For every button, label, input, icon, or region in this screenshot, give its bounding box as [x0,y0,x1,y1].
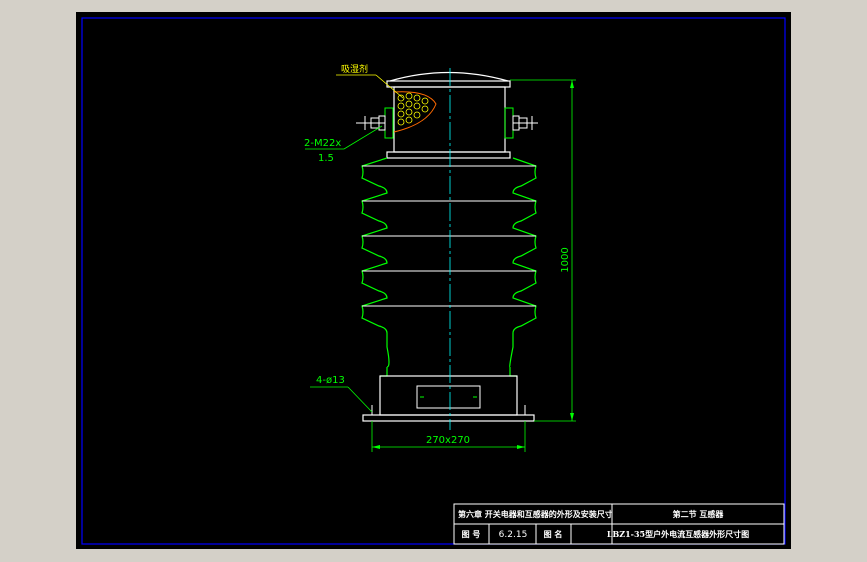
hole-leader: 4-ø13 [310,375,373,413]
left-terminal [356,107,394,139]
shed-profile-right [509,157,537,368]
drawing-sheet: 1000 270x270 吸湿剂 2-M22x 1.5 4-ø13 第六章 开关… [76,12,791,549]
chapter-title: 第六章 开关电器和互感器的外形及安装尺寸 [458,509,613,519]
height-dim-text: 1000 [560,247,571,272]
insulator-sheds [361,157,537,368]
bolt-leader: 2-M22x 1.5 [304,125,383,164]
right-terminal [504,107,538,139]
title-block: 第六章 开关电器和互感器的外形及安装尺寸 第二节 互感器 图 号 6.2.15 … [453,503,785,545]
dome-cap [389,71,509,82]
base-plate [362,414,535,422]
desiccant-label: 吸湿剂 [341,63,368,75]
height-dimension: 1000 [510,79,576,422]
bolt-label-line2: 1.5 [318,153,334,164]
head-body [393,86,506,153]
figure-no-value: 6.2.15 [499,530,528,540]
section-title: 第二节 互感器 [673,509,725,519]
width-dimension: 270x270 [371,421,526,452]
figure-name-label: 图 名 [544,529,563,539]
bolt-label-line1: 2-M22x [304,138,341,149]
transformer-base [362,367,535,422]
cad-drawing: 1000 270x270 吸湿剂 2-M22x 1.5 4-ø13 第六章 开关… [81,17,786,545]
figure-no-label: 图 号 [462,529,481,539]
width-dim-text: 270x270 [426,435,470,446]
transformer-head [356,71,538,159]
shed-profile-left [361,157,390,368]
head-flange-top [386,80,511,88]
hole-label: 4-ø13 [316,375,345,386]
nameplate [416,385,481,409]
base-box [379,375,518,416]
drawing-frame [81,17,786,545]
desiccant-window [393,91,437,133]
figure-name-value: LBZ1-35型户外电流互感器外形尺寸图 [607,529,749,539]
head-flange-bottom [386,151,511,159]
